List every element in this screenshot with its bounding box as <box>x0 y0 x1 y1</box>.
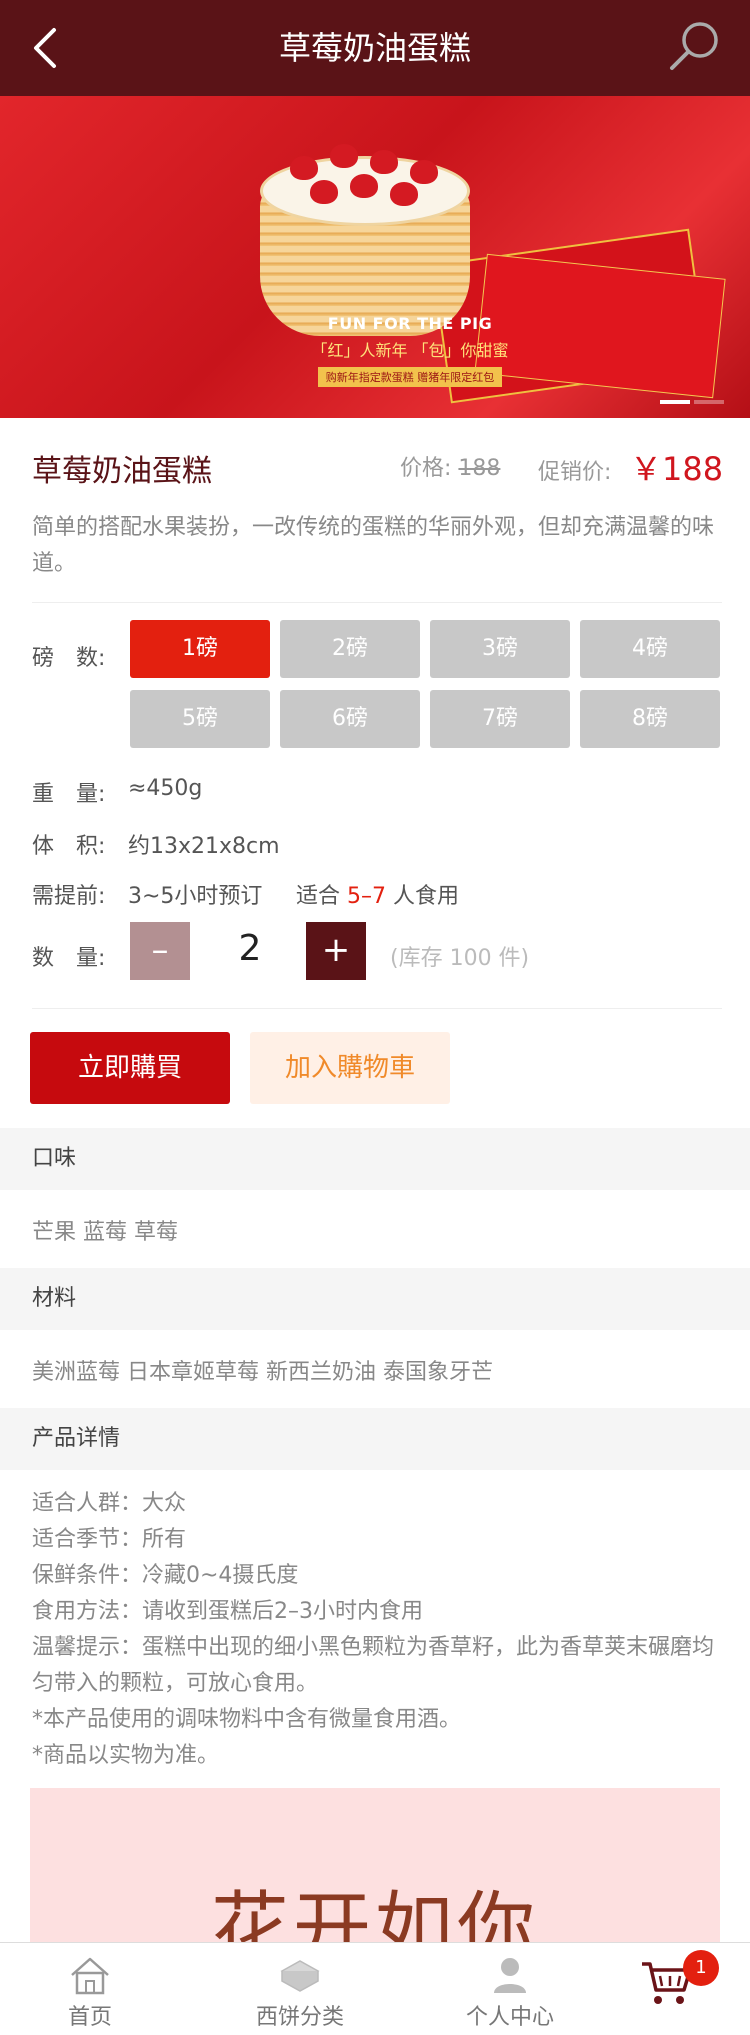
pound-option-1[interactable]: 1磅 <box>130 620 270 678</box>
quantity-decrease-button[interactable]: – <box>130 922 190 980</box>
user-icon <box>494 1958 526 1993</box>
tab-category[interactable]: 西饼分类 <box>210 1943 390 2035</box>
sale-price-label: 促销价: <box>538 460 612 485</box>
material-section-title: 材料 <box>0 1268 750 1330</box>
tab-home-label: 首页 <box>67 2005 112 2030</box>
tab-home[interactable]: 首页 <box>0 1943 180 2035</box>
sale-price-value: ￥188 <box>630 450 724 488</box>
material-section-body: 美洲蓝莓 日本章姬草莓 新西兰奶油 泰国象牙芒 <box>32 1360 493 1385</box>
pound-option-6[interactable]: 6磅 <box>280 690 420 748</box>
weight-label: 重 量: <box>32 782 106 807</box>
carousel-dot <box>694 400 724 404</box>
detail-line: 适合季节：所有 <box>32 1527 187 1552</box>
detail-line: *商品以实物为准。 <box>32 1743 220 1768</box>
detail-line: 温馨提示：蛋糕中出现的细小黑色颗粒为香草籽，此为香草荚末碾磨均匀带入的颗粒，可放… <box>32 1635 715 1696</box>
search-icon[interactable] <box>666 18 724 76</box>
weight-value: ≈450g <box>128 776 203 801</box>
advance-label: 需提前: <box>32 884 106 909</box>
carousel-dot-active <box>660 400 690 404</box>
divider <box>32 1008 722 1009</box>
product-name: 草莓奶油蛋糕 <box>32 454 212 489</box>
cake-box-icon <box>280 1960 320 1992</box>
carousel-indicator <box>656 389 724 408</box>
bottom-tab-bar: 首页 西饼分类 个人中心 <box>0 1942 750 2035</box>
buy-now-button[interactable]: 立即購買 <box>30 1032 230 1104</box>
cart-count-badge: 1 <box>683 1950 719 1986</box>
flavor-section-title: 口味 <box>0 1128 750 1190</box>
advance-value: 3~5小时预订 <box>128 884 263 909</box>
detail-line: 保鲜条件：冷藏0~4摄氏度 <box>32 1563 299 1588</box>
serve-prefix: 适合 <box>296 884 341 909</box>
serve-info: 适合 5–7 人食用 <box>296 878 459 910</box>
product-banner-carousel[interactable]: FUN FOR THE PIG 「红」人新年 「包」你甜蜜 购新年指定款蛋糕 赠… <box>0 96 750 418</box>
banner-promo-text: FUN FOR THE PIG 「红」人新年 「包」你甜蜜 购新年指定款蛋糕 赠… <box>300 314 520 387</box>
flavor-section-body: 芒果 蓝莓 草莓 <box>32 1220 178 1245</box>
add-to-cart-button[interactable]: 加入購物車 <box>250 1032 450 1104</box>
serve-range: 5–7 <box>347 884 387 909</box>
divider <box>32 602 722 603</box>
stock-info: (库存 100 件) <box>390 946 530 971</box>
detail-line: *本产品使用的调味物料中含有微量食用酒。 <box>32 1707 462 1732</box>
pound-option-3[interactable]: 3磅 <box>430 620 570 678</box>
detail-section-body: 适合人群：大众 适合季节：所有 保鲜条件：冷藏0~4摄氏度 食用方法：请收到蛋糕… <box>32 1486 722 1774</box>
pound-label: 磅 数: <box>32 646 106 671</box>
original-price-label: 价格: <box>400 456 452 481</box>
tab-profile-label: 个人中心 <box>465 2005 554 2030</box>
home-icon <box>71 1957 109 1995</box>
detail-line: 食用方法：请收到蛋糕后2–3小时内食用 <box>32 1599 423 1624</box>
pound-option-2[interactable]: 2磅 <box>280 620 420 678</box>
pound-option-4[interactable]: 4磅 <box>580 620 720 678</box>
tab-category-label: 西饼分类 <box>255 2005 344 2030</box>
volume-label: 体 积: <box>32 834 106 859</box>
volume-value: 约13x21x8cm <box>128 834 280 859</box>
pound-option-7[interactable]: 7磅 <box>430 690 570 748</box>
original-price-value: 188 <box>458 456 501 481</box>
banner-headline-cn: 「红」人新年 「包」你甜蜜 <box>311 341 509 360</box>
detail-line: 适合人群：大众 <box>32 1491 187 1516</box>
original-price: 价格: 188 <box>400 450 500 482</box>
detail-section-title: 产品详情 <box>0 1408 750 1470</box>
page-title: 草莓奶油蛋糕 <box>278 29 471 67</box>
pound-option-5[interactable]: 5磅 <box>130 690 270 748</box>
top-nav-bar: 草莓奶油蛋糕 <box>0 0 750 96</box>
pound-option-8[interactable]: 8磅 <box>580 690 720 748</box>
quantity-value[interactable]: 2 <box>210 928 290 969</box>
serve-suffix: 人食用 <box>393 884 460 909</box>
banner-strip: 购新年指定款蛋糕 赠猪年限定红包 <box>317 367 503 387</box>
tab-profile[interactable]: 个人中心 <box>420 1943 600 2035</box>
quantity-label: 数 量: <box>32 946 106 971</box>
banner-headline-en: FUN FOR THE PIG <box>327 314 493 333</box>
quantity-increase-button[interactable]: + <box>306 922 366 980</box>
product-description: 简单的搭配水果装扮，一改传统的蛋糕的华丽外观，但却充满温馨的味道。 <box>32 515 715 576</box>
